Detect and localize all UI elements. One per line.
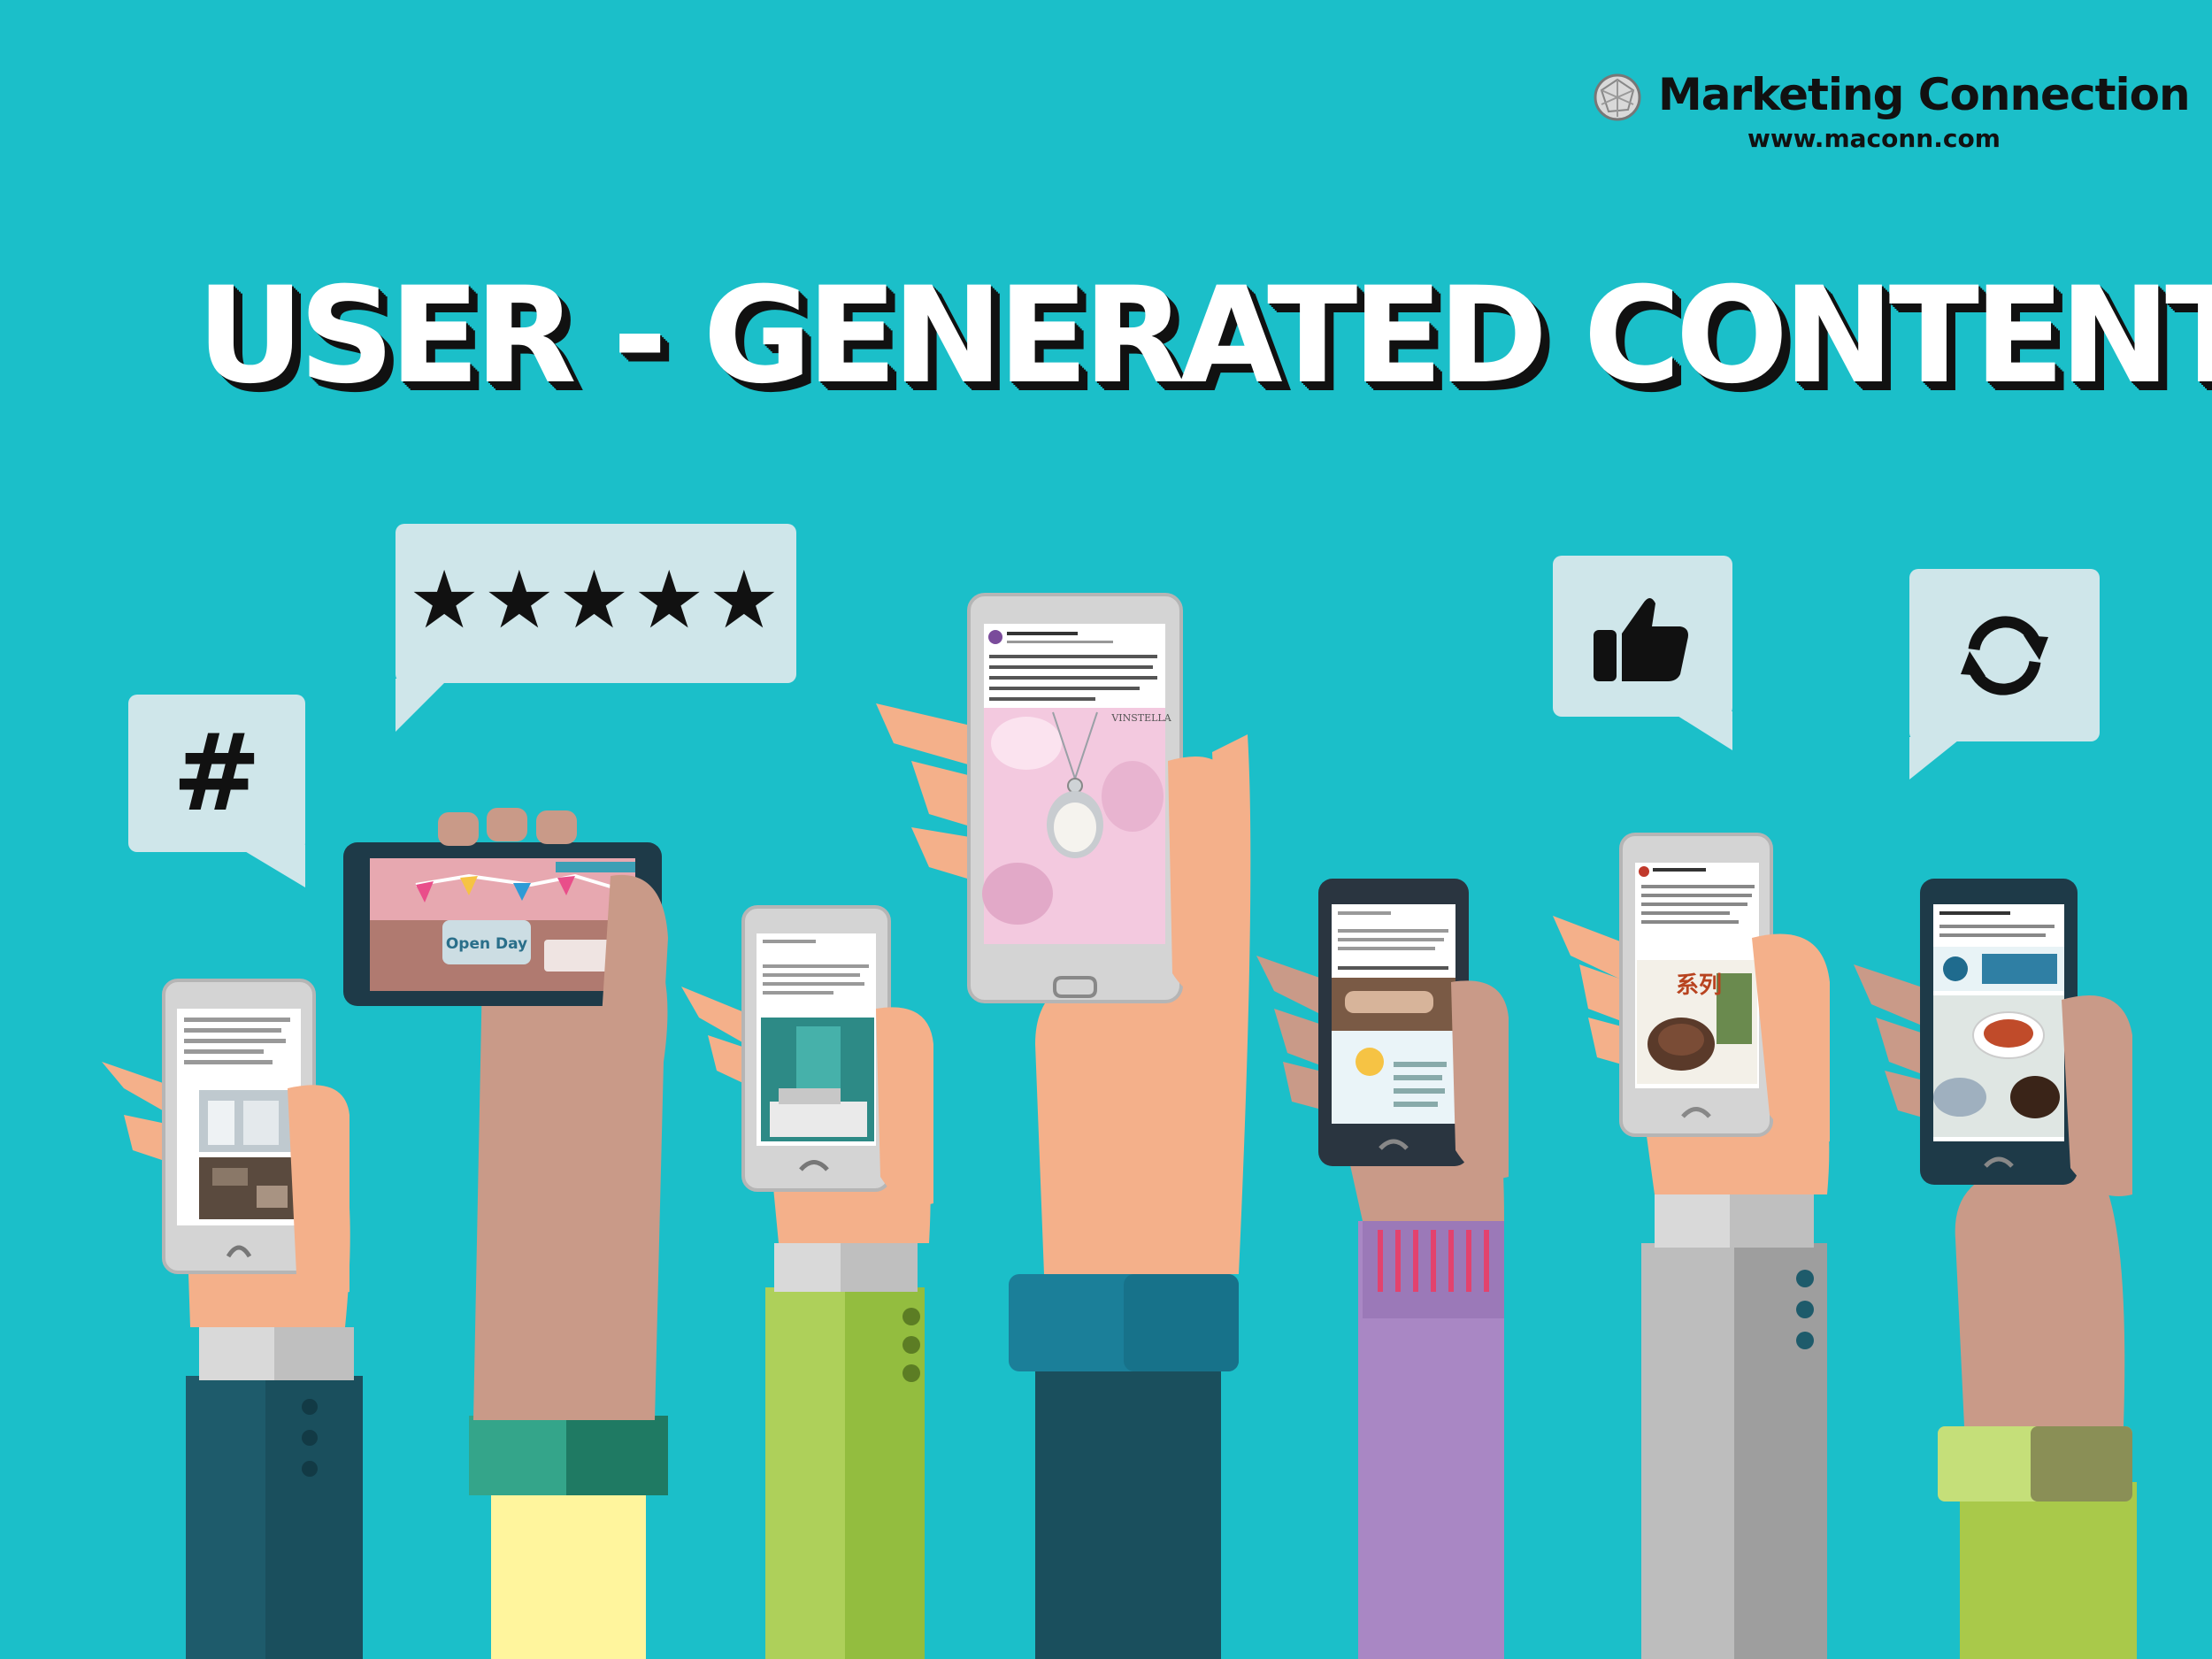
phone-3 — [741, 905, 891, 1192]
phone-7 — [1920, 879, 2078, 1185]
jewelry-brand-mark: VINSTELLA — [1110, 712, 1171, 724]
ugc-illustration: Open Day VINSTELLA 系列 — [102, 593, 2137, 1659]
phone-5 — [1318, 879, 1469, 1166]
phone-6: 系列 — [1619, 833, 1773, 1137]
person-1 — [102, 979, 363, 1659]
person-2: Open Day — [343, 808, 668, 1659]
person-7 — [1854, 879, 2137, 1659]
food-caption: 系列 — [1676, 972, 1722, 999]
open-day-banner: Open Day — [446, 935, 527, 953]
person-5 — [1256, 879, 1509, 1659]
phone-4: VINSTELLA — [967, 593, 1183, 1003]
person-3 — [681, 905, 933, 1659]
person-6: 系列 — [1553, 833, 1830, 1659]
